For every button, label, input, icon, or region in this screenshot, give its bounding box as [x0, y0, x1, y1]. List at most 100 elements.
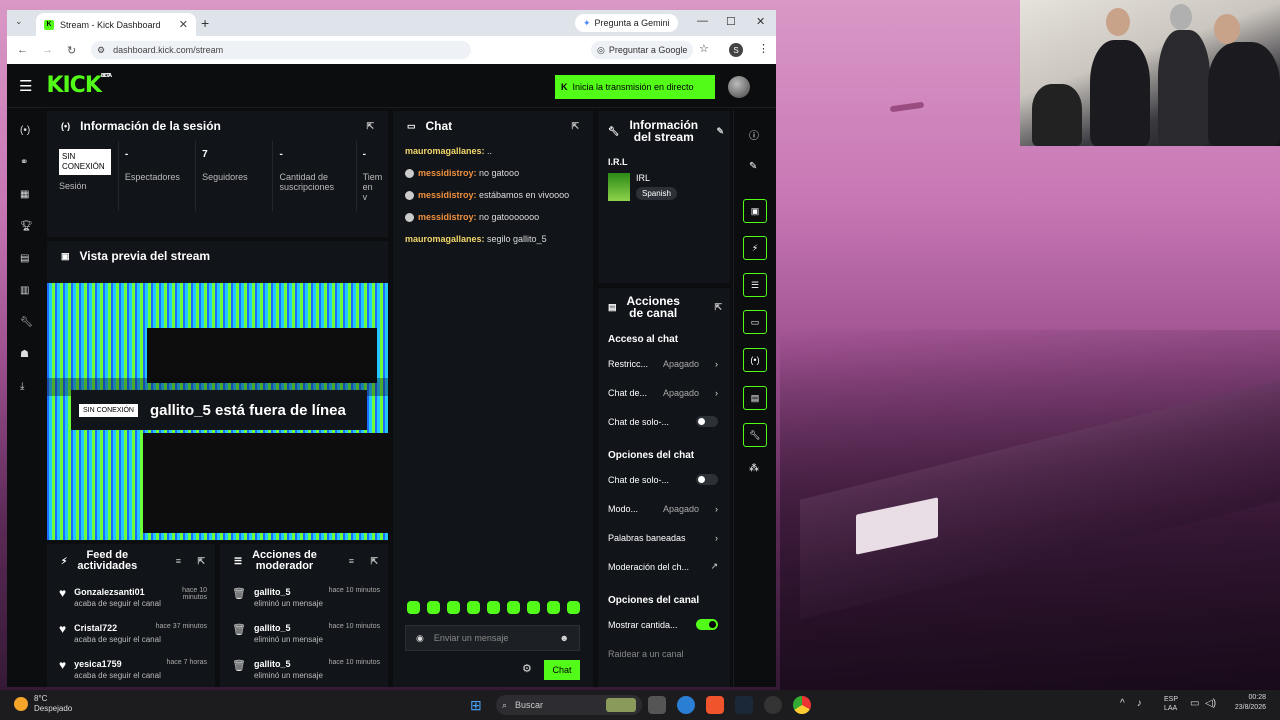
list-item: ♥ Cristal722 acaba de seguir el canal hac… [47, 620, 215, 656]
toggle-switch[interactable] [696, 416, 718, 427]
chat-username[interactable]: mauromagallanes: [405, 146, 485, 156]
maximize-icon[interactable]: ☐ [726, 15, 736, 28]
broadcast-icon[interactable]: (•) [20, 125, 30, 136]
wrench-icon[interactable]: 🔧︎ [20, 317, 33, 328]
channel-widget-icon[interactable]: ▤ [743, 386, 767, 410]
new-tab-icon[interactable]: + [201, 15, 209, 31]
browser-window: ⌄ K Stream - Kick Dashboard ✕ + ✦ Pregun… [7, 10, 776, 687]
search-label: Buscar [515, 700, 544, 710]
trophy-icon[interactable]: 🏆︎ [20, 221, 33, 232]
ask-google-button[interactable]: ◎ Preguntar a Google [591, 41, 694, 59]
layout-icon[interactable]: ▦ [20, 189, 29, 200]
add-widget-icon[interactable]: ⁂ [749, 463, 759, 474]
taskbar-search[interactable]: ⌕ Buscar [496, 695, 642, 715]
gemini-button[interactable]: ✦ Pregunta a Gemini [575, 14, 678, 32]
chat-username[interactable]: messidistroy: [418, 190, 477, 200]
slow-mode-row[interactable]: Modo... Apagado › [598, 494, 730, 523]
lightning-widget-icon[interactable]: ⚡︎ [743, 236, 767, 260]
raid-row[interactable]: Raidear a un canal [598, 639, 730, 668]
filter-icon[interactable]: ≡ [176, 556, 181, 567]
community-icon[interactable]: ☗ [20, 349, 29, 360]
user-badge-icon [405, 191, 414, 201]
chat-send-button[interactable]: Chat [544, 660, 580, 680]
edit-pencil-icon[interactable]: ✎ [716, 125, 724, 137]
chat-input[interactable]: ◉ Enviar un mensaje ☻ [405, 625, 580, 651]
minimize-icon[interactable]: — [697, 15, 708, 27]
info-icon[interactable]: ⓘ [749, 127, 759, 142]
popout-icon[interactable]: ⇱ [571, 121, 579, 132]
emote-icon[interactable] [427, 601, 440, 614]
forward-icon[interactable]: → [42, 44, 53, 56]
window-close-icon[interactable]: ✕ [756, 15, 765, 28]
toggle-switch[interactable] [696, 619, 718, 630]
analytics-icon[interactable]: ▥ [20, 285, 29, 296]
reload-icon[interactable]: ↻ [67, 44, 76, 57]
wrench-widget-icon[interactable]: 🔧︎ [743, 423, 767, 447]
kick-logo[interactable]: KICKBETA [46, 73, 112, 98]
broadcast-widget-icon[interactable]: (•) [743, 348, 767, 372]
emote-icon[interactable] [507, 601, 520, 614]
chat-moderation-row[interactable]: Moderación del ch... ↗ [598, 552, 730, 581]
hamburger-menu-icon[interactable]: ☰ [19, 77, 32, 95]
url-field[interactable]: ⚙ dashboard.kick.com/stream [91, 41, 471, 59]
input-language[interactable]: ESP LAA [1164, 695, 1178, 713]
session-stats: SIN CONEXIÓN Sesión - Espectadores 7 Seg… [47, 141, 388, 211]
go-live-button[interactable]: K Inicia la transmisión en directo [555, 75, 715, 99]
chat-username[interactable]: mauromagallanes: [405, 234, 485, 244]
chat-username[interactable]: messidistroy: [418, 168, 477, 178]
back-icon[interactable]: ← [17, 44, 28, 56]
layout-widget-icon[interactable]: ▣ [743, 199, 767, 223]
gear-icon[interactable]: ⚙ [522, 662, 532, 675]
brave-icon[interactable] [706, 696, 724, 714]
user-avatar[interactable] [728, 76, 750, 98]
emote-icon[interactable] [547, 601, 560, 614]
popout-icon[interactable]: ⇱ [714, 301, 722, 313]
browser-tab[interactable]: K Stream - Kick Dashboard ✕ [36, 13, 196, 36]
chat-username[interactable]: messidistroy: [418, 212, 477, 222]
chat-bubble-icon: ▭ [407, 120, 416, 131]
link-icon[interactable]: ⚭ [20, 157, 28, 168]
list-widget-icon[interactable]: ☰ [743, 273, 767, 297]
emote-icon[interactable] [567, 601, 580, 614]
tab-list-chevron-icon[interactable]: ⌄ [15, 16, 23, 27]
steam-icon[interactable] [735, 696, 753, 714]
profile-button[interactable]: S [729, 43, 743, 57]
site-info-icon[interactable]: ⚙ [97, 45, 105, 56]
restricted-chat-row[interactable]: Restricc... Apagado › [598, 349, 730, 378]
bookmark-star-icon[interactable]: ☆ [699, 42, 709, 55]
weather-widget[interactable]: 8°C Despejado [14, 694, 72, 714]
emoji-icon[interactable]: ☻ [560, 633, 569, 643]
download-icon[interactable]: ⤓ [20, 381, 24, 392]
chat-widget-icon[interactable]: ▭ [743, 310, 767, 334]
toggle-switch[interactable] [696, 474, 718, 485]
popout-icon[interactable]: ⇱ [366, 121, 374, 132]
mod-actions-list: 🗑︎ gallito_5 eliminó un mensaje hace 10 m… [220, 584, 388, 687]
popout-icon[interactable]: ⇱ [370, 556, 378, 567]
filter-icon[interactable]: ≡ [349, 556, 354, 567]
task-view-icon[interactable] [648, 696, 666, 714]
stream-info-body: I.R.L IRL Spanish [598, 151, 730, 207]
chat-mode-row[interactable]: Chat de... Apagado › [598, 378, 730, 407]
close-tab-icon[interactable]: ✕ [179, 18, 188, 31]
network-icon[interactable]: ▭ [1190, 698, 1199, 709]
channel-icon: ▤ [608, 302, 617, 312]
obs-icon[interactable] [764, 696, 782, 714]
emote-icon[interactable] [467, 601, 480, 614]
emote-icon[interactable] [407, 601, 420, 614]
tray-chevron-icon[interactable]: ^ [1120, 698, 1125, 709]
popout-icon[interactable]: ⇱ [197, 556, 205, 567]
emote-icon[interactable] [447, 601, 460, 614]
chrome-icon[interactable] [793, 696, 811, 714]
edge-icon[interactable] [677, 696, 695, 714]
emote-icon[interactable] [527, 601, 540, 614]
browser-menu-icon[interactable]: ⋮ [758, 42, 769, 55]
cards-icon[interactable]: ▤ [20, 253, 29, 264]
microphone-icon[interactable]: ♪ [1137, 698, 1142, 709]
windows-start-icon[interactable]: ⊞ [470, 697, 482, 714]
edit-pencil-icon[interactable]: ✎ [749, 161, 757, 172]
volume-icon[interactable]: ◁) [1205, 698, 1216, 709]
banned-words-row[interactable]: Palabras baneadas › [598, 523, 730, 552]
clock[interactable]: 00:28 23/8/2026 [1235, 693, 1266, 713]
weather-temp: 8°C [34, 694, 48, 703]
emote-icon[interactable] [487, 601, 500, 614]
